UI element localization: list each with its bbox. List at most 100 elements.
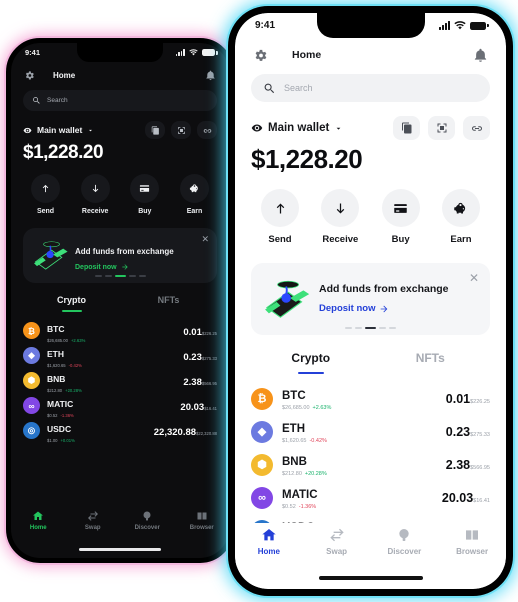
table-row[interactable]: ◆ ETH $1,620.65 -0.42% 0.23$275.33 (23, 343, 217, 368)
nav-discover[interactable]: Discover (120, 510, 175, 531)
matic-icon: ∞ (23, 397, 40, 414)
buy-label: Buy (391, 234, 410, 245)
buy-button[interactable]: Buy (381, 189, 420, 245)
search-input[interactable]: Search (23, 90, 217, 111)
arrow-down-icon (80, 174, 110, 203)
copy-address-button[interactable] (393, 116, 420, 140)
bottom-navigation: Home Swap Discover Browser (11, 507, 229, 541)
eye-icon (251, 124, 263, 132)
bell-icon[interactable] (473, 48, 488, 63)
receive-button[interactable]: Receive (321, 189, 360, 245)
swap-icon (329, 528, 344, 542)
token-amount: 0.01 (445, 391, 471, 406)
app-bar: Home (11, 62, 229, 88)
gear-icon[interactable] (253, 48, 268, 63)
send-label: Send (36, 208, 55, 215)
arrow-up-icon (261, 189, 299, 227)
table-row[interactable]: ₿ BTC $26,685.00 +2.63% 0.01$226.25 (251, 382, 490, 415)
asset-tabs: Crypto NFTs (251, 351, 490, 374)
nav-home[interactable]: Home (235, 527, 303, 556)
token-change: -0.42% (68, 362, 82, 368)
connect-button[interactable] (197, 121, 217, 139)
bell-icon[interactable] (205, 70, 216, 81)
connect-button[interactable] (463, 116, 490, 140)
wallet-selector[interactable]: Main wallet (251, 122, 343, 134)
nav-browser[interactable]: Browser (438, 527, 506, 556)
token-fiat: $275.33 (470, 431, 490, 438)
earn-button[interactable]: Earn (179, 174, 209, 215)
cellular-signal-icon (439, 21, 450, 30)
scan-qr-button[interactable] (171, 121, 191, 139)
page-title: Home (53, 70, 76, 80)
wallet-selector-row: Main wallet (23, 121, 217, 139)
table-row[interactable]: ∞ MATIC $0.52 -1.36% 20.03$16.41 (251, 481, 490, 514)
nav-browser-label: Browser (189, 525, 214, 531)
receive-button[interactable]: Receive (80, 174, 110, 215)
status-bar: 9:41 (235, 13, 506, 38)
deposit-now-link[interactable]: Deposit now (75, 263, 209, 271)
table-row[interactable]: ₿ BTC $26,685.00 +2.63% 0.01$226.25 (23, 318, 217, 343)
chevron-down-icon (336, 127, 341, 130)
battery-icon (470, 21, 489, 30)
eye-icon (23, 127, 32, 133)
nav-swap-label: Swap (326, 547, 348, 556)
receive-label: Receive (322, 234, 359, 245)
token-fiat: $275.33 (201, 355, 217, 361)
table-row[interactable]: ∞ MATIC $0.52 -1.36% 20.03$16.41 (23, 393, 217, 418)
table-row[interactable]: ⬢ BNB $212.80 +20.28% 2.38$566.95 (23, 368, 217, 393)
token-price: $1.00 (47, 437, 58, 443)
nav-swap[interactable]: Swap (303, 527, 371, 556)
nav-home[interactable]: Home (11, 510, 66, 531)
tab-crypto[interactable]: Crypto (251, 351, 371, 374)
link-icon (471, 126, 482, 131)
promo-banner[interactable]: Add funds from exchange Deposit now ✕ (251, 263, 490, 335)
nav-discover[interactable]: Discover (371, 527, 439, 556)
home-icon (33, 511, 44, 520)
carousel-dots (251, 327, 490, 329)
buy-button[interactable]: Buy (130, 174, 160, 215)
wifi-icon (189, 49, 198, 56)
arrow-right-icon (381, 305, 388, 312)
close-icon[interactable]: ✕ (469, 272, 479, 284)
search-placeholder: Search (284, 83, 313, 93)
send-button[interactable]: Send (261, 189, 299, 245)
token-change: -1.36% (298, 504, 317, 510)
earn-label: Earn (450, 234, 472, 245)
table-row[interactable]: ◎ USDC $1.00+0.01% 22,320.88$22,320.88 (23, 418, 217, 443)
table-row[interactable]: ◆ ETH $1,620.65 -0.42% 0.23$275.33 (251, 415, 490, 448)
nav-swap[interactable]: Swap (66, 510, 121, 531)
close-icon[interactable]: ✕ (201, 235, 209, 244)
token-price: $1,620.65 (282, 438, 307, 444)
promo-text: Add funds from exchange Deposit now (319, 275, 480, 314)
send-button[interactable]: Send (31, 174, 60, 215)
deposit-now-link[interactable]: Deposit now (319, 303, 480, 314)
earn-label: Earn (186, 208, 203, 215)
token-change: +20.28% (304, 471, 327, 477)
search-input[interactable]: Search (251, 74, 490, 102)
status-time: 9:41 (25, 48, 41, 57)
scan-qr-button[interactable] (428, 116, 455, 140)
copy-icon (401, 122, 411, 134)
token-symbol: ETH (47, 348, 64, 359)
quick-actions: Send Receive Buy Earn (31, 174, 209, 215)
asset-tabs: Crypto NFTs (23, 295, 217, 312)
btc-icon: ₿ (251, 387, 273, 410)
deposit-now-label: Deposit now (75, 263, 117, 271)
promo-banner[interactable]: Add funds from exchange Deposit now ✕ (23, 228, 217, 283)
phone-dark-theme: 9:41 Home Search Main wallet $1,228.20 S… (6, 38, 234, 563)
table-row[interactable]: ⬢ BNB $212.80 +20.28% 2.38$566.95 (251, 448, 490, 481)
token-amount: 0.01 (183, 326, 202, 338)
copy-address-button[interactable] (145, 121, 165, 139)
tab-nfts[interactable]: NFTs (120, 295, 217, 312)
wallet-selector[interactable]: Main wallet (23, 125, 94, 135)
token-change: -1.36% (60, 412, 74, 418)
token-fiat: $226.25 (201, 330, 217, 336)
token-symbol: MATIC (282, 489, 318, 501)
gear-icon[interactable] (24, 70, 35, 81)
earn-button[interactable]: Earn (441, 189, 480, 245)
compass-icon (399, 529, 410, 541)
nav-browser[interactable]: Browser (175, 510, 230, 531)
wallet-actions (145, 121, 217, 139)
tab-crypto[interactable]: Crypto (23, 295, 120, 312)
tab-nfts[interactable]: NFTs (371, 351, 491, 374)
